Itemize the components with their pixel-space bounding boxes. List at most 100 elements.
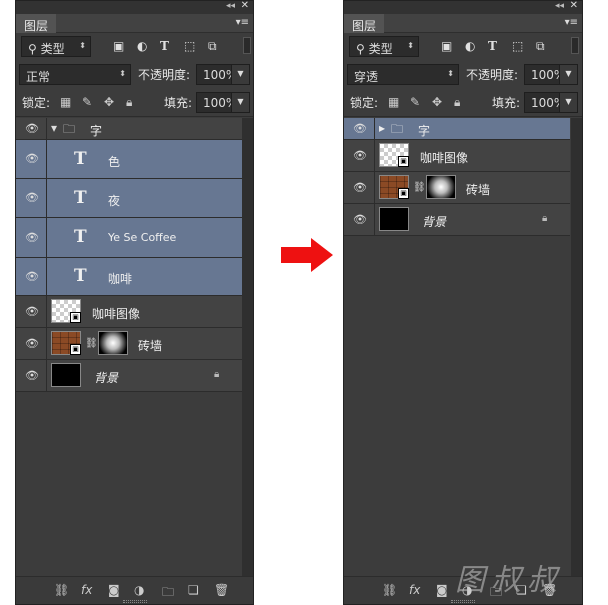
adjustment-filter-icon[interactable]: ◐ [137, 39, 147, 53]
opacity-field[interactable]: 100% ▼ [524, 64, 578, 85]
fx-icon[interactable]: fx [409, 583, 420, 597]
adjustment-layer-icon[interactable]: ◑ [134, 583, 144, 597]
tab-layers[interactable]: 图层 [344, 14, 384, 33]
visibility-toggle[interactable]: 👁︎ [16, 360, 47, 391]
new-layer-icon[interactable]: ❏ [188, 583, 199, 597]
smart-object-filter-icon[interactable]: ⧉ [536, 39, 545, 54]
eye-icon: 👁︎ [25, 368, 39, 382]
disclosure-right-icon[interactable]: ▸ [379, 121, 385, 135]
fill-field[interactable]: 100% ▼ [524, 92, 578, 113]
layer-thumbnail [379, 207, 409, 231]
layer-text[interactable]: 👁︎ T 色 [16, 140, 242, 179]
lock-move-icon[interactable]: ✥ [432, 95, 442, 109]
fx-icon[interactable]: fx [81, 583, 92, 597]
text-layer-icon: T [74, 188, 87, 208]
filter-kind-select[interactable]: ⚲ 类型 ⬍ [21, 36, 91, 57]
new-group-icon[interactable]: 🗀 [162, 583, 174, 604]
layer-background[interactable]: 👁︎ 背景 🔒︎ [344, 204, 570, 236]
fill-field[interactable]: 100% ▼ [196, 92, 250, 113]
chevron-down-icon[interactable]: ▼ [231, 65, 249, 84]
visibility-toggle[interactable]: 👁︎ [16, 296, 47, 327]
link-icon[interactable]: ⛓︎ [413, 182, 426, 193]
lock-all-icon[interactable]: 🔒︎ [454, 95, 460, 110]
lock-all-icon[interactable]: 🔒︎ [126, 95, 132, 110]
layer-name: 夜 [108, 194, 121, 208]
image-filter-icon[interactable]: ▣ [113, 39, 124, 53]
visibility-toggle[interactable]: 👁︎ [16, 328, 47, 359]
lock-transparency-icon[interactable]: ▦ [388, 95, 399, 109]
layer-smart-object[interactable]: 👁︎ ▣ 咖啡图像 [16, 296, 242, 328]
lock-brush-icon[interactable]: ✎ [82, 95, 92, 109]
layers-scrollbar[interactable] [571, 118, 582, 578]
layer-text[interactable]: 👁︎ T 夜 [16, 179, 242, 218]
filter-kind-select[interactable]: ⚲ 类型 ⬍ [349, 36, 419, 57]
lock-brush-icon[interactable]: ✎ [410, 95, 420, 109]
arrow-right-icon [281, 238, 333, 272]
disclosure-down-icon[interactable]: ▾ [51, 121, 57, 135]
layer-background[interactable]: 👁︎ 背景 🔒︎ [16, 360, 242, 392]
tab-layers[interactable]: 图层 [16, 14, 56, 33]
lock-move-icon[interactable]: ✥ [104, 95, 114, 109]
panel-menu-icon[interactable]: ▾≡ [565, 17, 578, 28]
visibility-toggle[interactable]: 👁︎ [16, 118, 47, 139]
visibility-toggle[interactable]: 👁︎ [344, 118, 375, 139]
close-icon[interactable]: ✕ [570, 0, 578, 11]
link-layers-icon[interactable]: ⛓︎ [54, 583, 69, 597]
add-mask-icon[interactable]: ◙ [436, 583, 448, 597]
visibility-toggle[interactable]: 👁︎ [16, 258, 47, 295]
collapse-icon[interactable]: ◂◂ [226, 1, 235, 11]
chevron-down-icon[interactable]: ▼ [559, 65, 577, 84]
visibility-toggle[interactable]: 👁︎ [16, 218, 47, 257]
add-mask-icon[interactable]: ◙ [108, 583, 120, 597]
visibility-toggle[interactable]: 👁︎ [16, 179, 47, 217]
lock-transparency-icon[interactable]: ▦ [60, 95, 71, 109]
layer-text[interactable]: 👁︎ T 咖啡 [16, 258, 242, 296]
eye-icon: 👁︎ [25, 121, 39, 135]
blend-mode-select[interactable]: 正常 ⬍ [19, 64, 131, 85]
layer-mask-thumbnail[interactable] [426, 175, 456, 199]
lock-icon: 🔒︎ [214, 369, 220, 380]
collapse-icon[interactable]: ◂◂ [555, 1, 564, 11]
shape-filter-icon[interactable]: ⬚ [512, 39, 523, 53]
visibility-toggle[interactable]: 👁︎ [344, 172, 375, 203]
trash-icon[interactable]: 🗑︎ [214, 583, 229, 597]
blend-mode-select[interactable]: 穿透 ⬍ [347, 64, 459, 85]
link-icon[interactable]: ⛓︎ [85, 338, 98, 349]
shape-filter-icon[interactable]: ⬚ [184, 39, 195, 53]
layer-smart-object-masked[interactable]: 👁︎ ▣ ⛓︎ 砖墙 [16, 328, 242, 360]
filter-toggle[interactable] [243, 37, 251, 54]
blend-mode-value: 正常 [26, 70, 51, 84]
chevron-down-icon[interactable]: ▼ [231, 93, 249, 112]
layer-group[interactable]: 👁︎ ▾ 🗀 字 [16, 118, 242, 140]
layer-name: Ye Se Coffee [108, 231, 177, 244]
eye-icon: 👁︎ [353, 148, 367, 162]
resize-grip[interactable] [451, 600, 475, 603]
image-filter-icon[interactable]: ▣ [441, 39, 452, 53]
smart-object-filter-icon[interactable]: ⧉ [208, 39, 217, 54]
resize-grip[interactable] [122, 600, 147, 603]
layer-mask-thumbnail[interactable] [98, 331, 128, 355]
chevron-updown-icon: ⬍ [119, 69, 126, 78]
search-icon: ⚲ [356, 42, 365, 56]
type-filter-icon[interactable]: T [160, 39, 169, 53]
layer-text[interactable]: 👁︎ T Ye Se Coffee [16, 218, 242, 258]
close-icon[interactable]: ✕ [241, 0, 249, 11]
adjustment-filter-icon[interactable]: ◐ [465, 39, 475, 53]
filter-toggle[interactable] [571, 37, 579, 54]
layer-smart-object-masked[interactable]: 👁︎ ▣ ⛓︎ 砖墙 [344, 172, 570, 204]
lock-icon: 🔒︎ [542, 213, 548, 224]
visibility-toggle[interactable]: 👁︎ [16, 140, 47, 178]
chevron-down-icon[interactable]: ▼ [559, 93, 577, 112]
opacity-field[interactable]: 100% ▼ [196, 64, 250, 85]
opacity-label: 不透明度: [466, 68, 519, 82]
visibility-toggle[interactable]: 👁︎ [344, 204, 375, 235]
link-layers-icon[interactable]: ⛓︎ [382, 583, 397, 597]
panel-menu-icon[interactable]: ▾≡ [236, 17, 249, 28]
blend-row: 穿透 ⬍ 不透明度: 100% ▼ [344, 61, 582, 89]
layers-scrollbar[interactable] [242, 118, 253, 578]
lock-row: 锁定: ▦ ✎ ✥ 🔒︎ 填充: 100% ▼ [344, 89, 582, 117]
layer-group[interactable]: 👁︎ ▸ 🗀 字 [344, 118, 570, 140]
visibility-toggle[interactable]: 👁︎ [344, 140, 375, 171]
layer-smart-object[interactable]: 👁︎ ▣ 咖啡图像 [344, 140, 570, 172]
type-filter-icon[interactable]: T [488, 39, 497, 53]
